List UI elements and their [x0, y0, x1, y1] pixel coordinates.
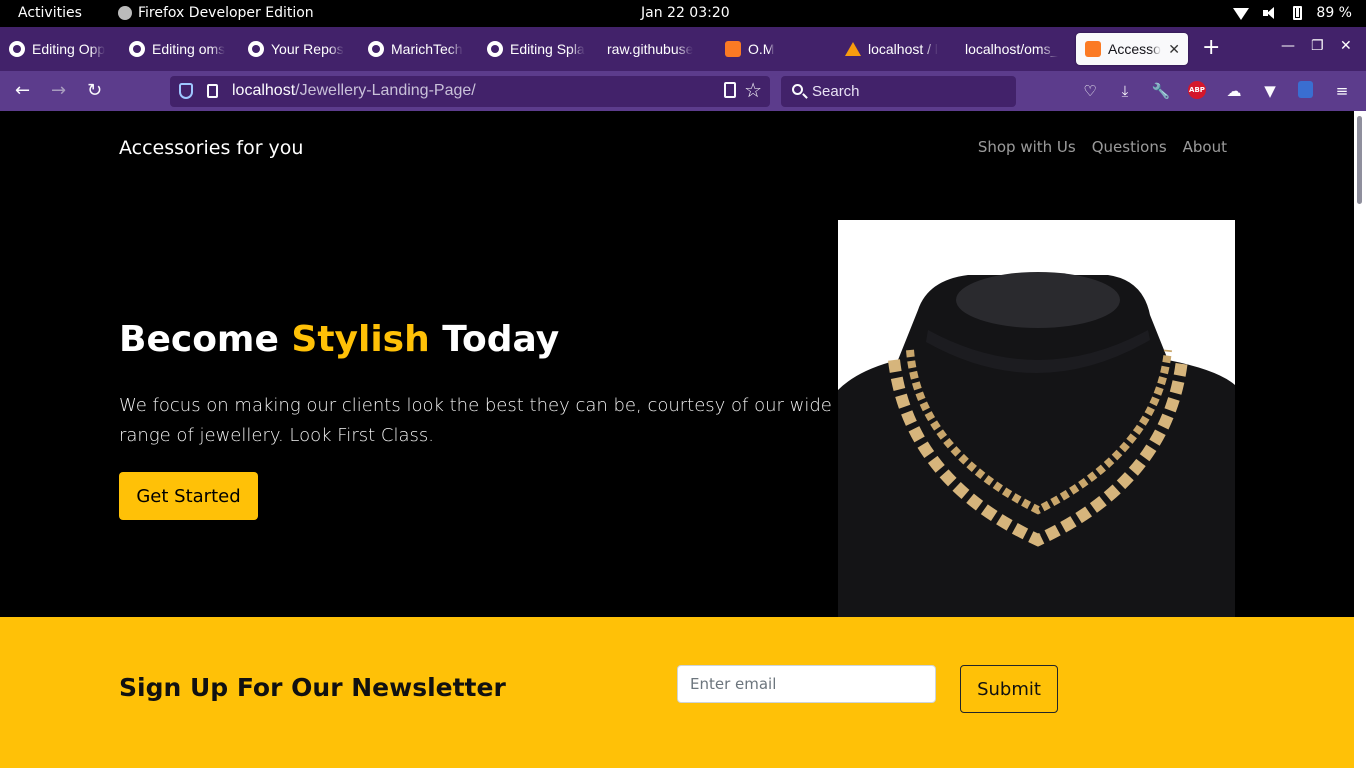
tab-label: Accessori — [1108, 41, 1161, 57]
scrollbar-thumb[interactable] — [1357, 116, 1362, 204]
tab-label: localhost / l — [868, 41, 939, 57]
github-icon — [129, 41, 145, 57]
shield-icon[interactable] — [179, 83, 193, 99]
system-tray[interactable]: 89 % — [1233, 5, 1352, 21]
tab-strip: Editing Opp Editing oms Your Repos Maric… — [0, 27, 1366, 71]
github-icon — [487, 41, 503, 57]
forward-button[interactable]: → — [51, 81, 66, 101]
hero-title: Become Stylish Today — [119, 319, 559, 360]
browser-tab[interactable]: Editing oms — [120, 33, 239, 65]
extension-icon[interactable]: ☁ — [1224, 81, 1244, 101]
browser-tab[interactable]: Editing Spla — [478, 33, 598, 65]
browser-tab[interactable]: Editing Opp — [0, 33, 120, 65]
search-icon — [792, 84, 803, 95]
tab-label: Editing oms — [152, 41, 226, 57]
browser-tab[interactable]: MarichTech — [359, 33, 478, 65]
get-started-button[interactable]: Get Started — [119, 472, 258, 520]
hero-description: We focus on making our clients look the … — [119, 395, 832, 446]
volume-icon — [1263, 6, 1279, 20]
save-extension-icon[interactable] — [1298, 81, 1313, 98]
tab-label: Editing Opp — [32, 41, 106, 57]
new-tab-button[interactable]: + — [1202, 36, 1220, 60]
site-brand[interactable]: Accessories for you — [119, 137, 303, 159]
nav-link-about[interactable]: About — [1183, 138, 1227, 156]
url-host: localhost — [232, 82, 296, 99]
tab-label: Your Repos — [271, 41, 344, 57]
downloads-icon[interactable]: ⤓ — [1115, 81, 1135, 101]
necklace-image — [838, 220, 1235, 617]
url-path: /Jewellery-Landing-Page/ — [295, 82, 476, 99]
xampp-icon — [725, 41, 741, 57]
reload-button[interactable]: ↻ — [87, 81, 102, 101]
wrench-icon[interactable]: 🔧 — [1151, 81, 1171, 101]
navigation-toolbar: ← → ↻ localhost/Jewellery-Landing-Page/ … — [0, 71, 1366, 111]
search-bar[interactable]: Search — [781, 76, 1016, 107]
browser-tab[interactable]: localhost / l — [836, 33, 956, 65]
vue-devtools-icon[interactable]: ▼ — [1260, 81, 1280, 101]
browser-tab[interactable]: O.M — [716, 33, 836, 65]
submit-button[interactable]: Submit — [960, 665, 1058, 713]
phpmyadmin-icon — [845, 42, 861, 56]
back-button[interactable]: ← — [15, 81, 30, 101]
app-name: Firefox Developer Edition — [138, 5, 314, 21]
browser-tab[interactable]: Your Repos — [239, 33, 359, 65]
site-nav: Shop with Us Questions About — [978, 138, 1227, 156]
email-field[interactable] — [677, 665, 936, 703]
minimize-button[interactable]: — — [1281, 38, 1295, 54]
browser-tab[interactable]: localhost/oms_ — [956, 33, 1074, 65]
tab-label: MarichTech — [391, 41, 463, 57]
newsletter-section: Sign Up For Our Newsletter Submit — [0, 617, 1354, 768]
newsletter-title: Sign Up For Our Newsletter — [119, 673, 506, 702]
app-menu[interactable]: Firefox Developer Edition — [118, 5, 314, 21]
nav-link-questions[interactable]: Questions — [1092, 138, 1167, 156]
tab-label: localhost/oms_ — [965, 41, 1059, 57]
xampp-icon — [1085, 41, 1101, 57]
tab-label: raw.githubuse — [607, 41, 694, 57]
battery-level: 89 % — [1316, 5, 1352, 21]
url-text[interactable]: localhost/Jewellery-Landing-Page/ — [232, 82, 476, 100]
tab-label: Editing Spla — [510, 41, 585, 57]
github-icon — [248, 41, 264, 57]
page-scrollbar[interactable] — [1354, 111, 1366, 768]
bookmark-star-icon[interactable]: ☆ — [744, 78, 762, 103]
hero-title-accent: Stylish — [291, 319, 430, 360]
nav-link-shop[interactable]: Shop with Us — [978, 138, 1076, 156]
close-window-button[interactable]: ✕ — [1340, 38, 1352, 54]
clock[interactable]: Jan 22 03:20 — [641, 5, 730, 21]
page-icon[interactable] — [207, 84, 218, 98]
url-bar[interactable]: localhost/Jewellery-Landing-Page/ ☆ — [170, 76, 770, 107]
reader-view-icon[interactable] — [724, 82, 736, 98]
firefox-icon — [118, 6, 132, 20]
github-icon — [9, 41, 25, 57]
web-page: Accessories for you Shop with Us Questio… — [0, 111, 1354, 768]
maximize-button[interactable]: ❐ — [1311, 38, 1324, 54]
battery-icon — [1293, 6, 1303, 20]
browser-tab[interactable]: raw.githubuse — [598, 33, 716, 65]
os-top-bar: Activities Firefox Developer Edition Jan… — [0, 0, 1366, 27]
activities-button[interactable]: Activities — [18, 5, 82, 21]
hero-title-end: Today — [429, 319, 560, 360]
adblock-icon[interactable]: ABP — [1188, 81, 1206, 99]
hero-title-start: Become — [119, 319, 292, 360]
browser-tab-active[interactable]: Accessori ✕ — [1076, 33, 1188, 65]
pocket-icon[interactable]: ♡ — [1080, 81, 1100, 101]
close-tab-icon[interactable]: ✕ — [1168, 41, 1188, 58]
github-icon — [368, 41, 384, 57]
wifi-icon — [1233, 8, 1250, 20]
search-placeholder: Search — [812, 83, 860, 100]
tab-label: O.M — [748, 41, 775, 57]
menu-icon[interactable]: ≡ — [1332, 81, 1352, 101]
